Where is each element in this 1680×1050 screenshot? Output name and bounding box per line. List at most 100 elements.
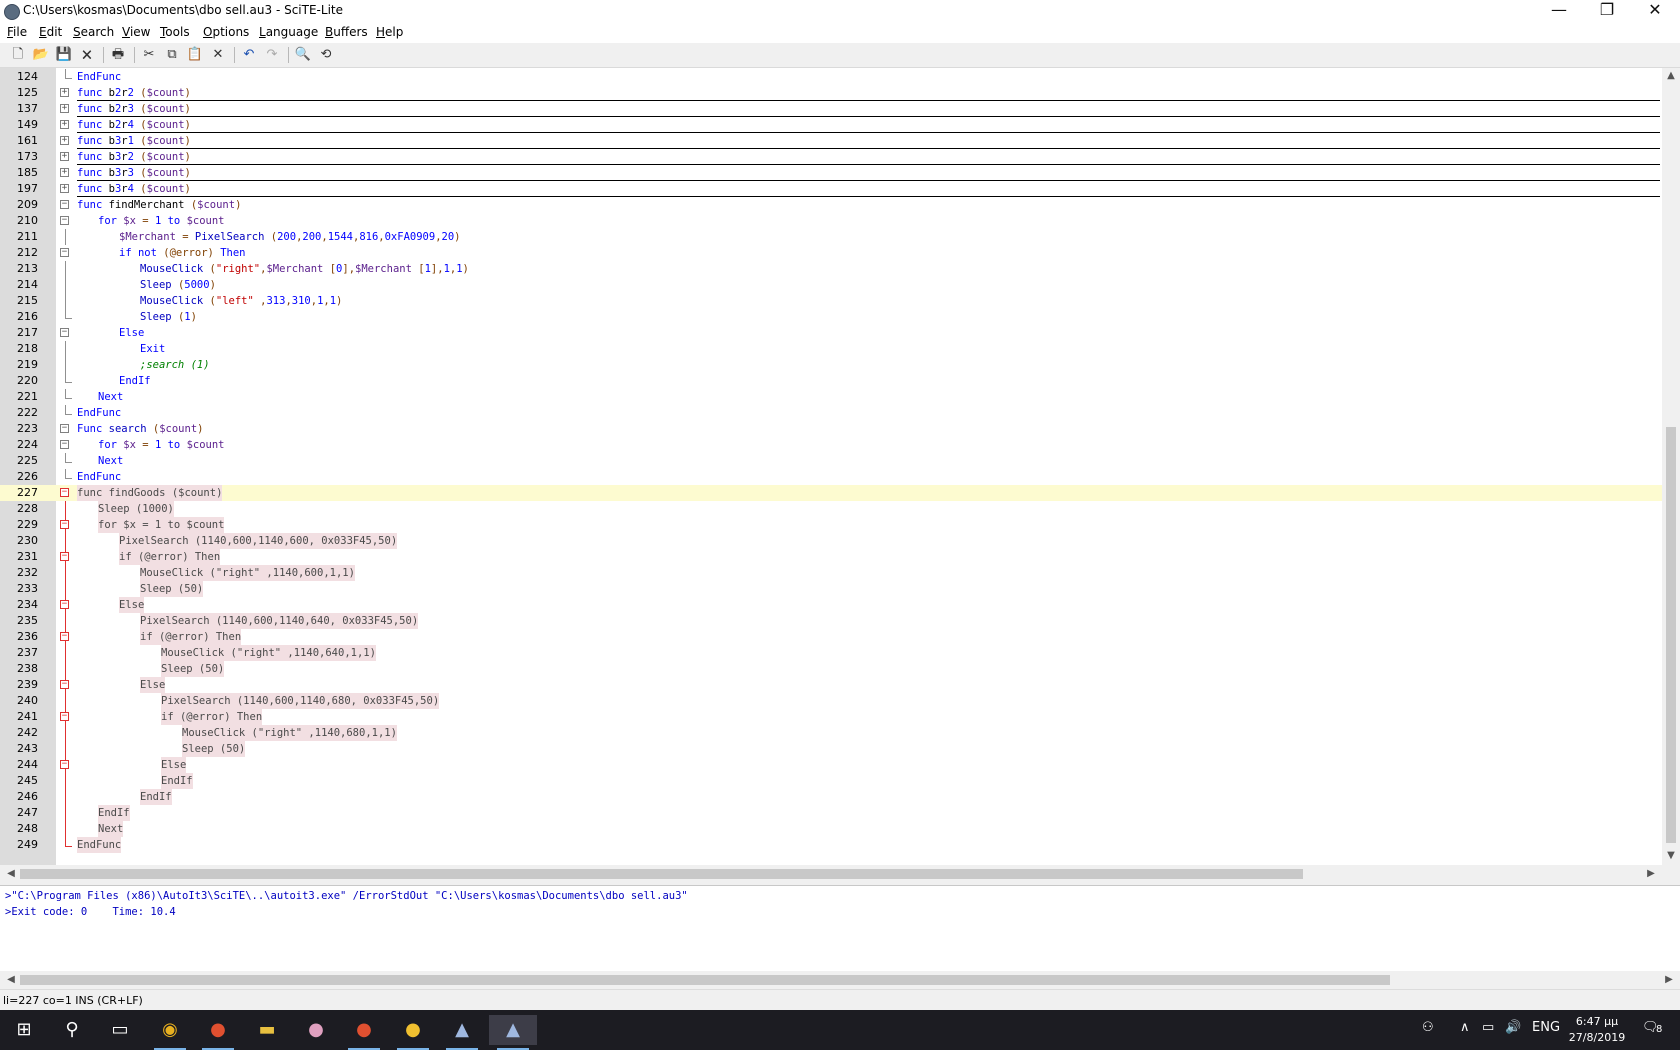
- scroll-left-icon[interactable]: ◀: [2, 868, 20, 879]
- paste-icon[interactable]: 📋: [186, 46, 204, 64]
- menu-search[interactable]: Search: [73, 25, 114, 39]
- code-line[interactable]: 230 PixelSearch (1140,600,1140,600, 0x033…: [0, 533, 1662, 549]
- code-line[interactable]: 228 Sleep (1000): [0, 501, 1662, 517]
- code-line[interactable]: 209 − func findMerchant ($count): [0, 197, 1662, 213]
- fold-expand-icon[interactable]: +: [60, 184, 69, 193]
- code-line[interactable]: 235 PixelSearch (1140,600,1140,640, 0x033…: [0, 613, 1662, 629]
- menu-view[interactable]: View: [122, 25, 150, 39]
- new-file-icon[interactable]: 🗋: [9, 46, 27, 64]
- fold-expand-icon[interactable]: +: [60, 152, 69, 161]
- code-line[interactable]: 214 Sleep (5000): [0, 277, 1662, 293]
- code-line[interactable]: 249 EndFunc: [0, 837, 1662, 853]
- code-line[interactable]: 247 EndIf: [0, 805, 1662, 821]
- horizontal-scrollbar[interactable]: ◀ ▶: [0, 865, 1680, 883]
- vertical-scroll-thumb[interactable]: [1666, 427, 1676, 843]
- code-line[interactable]: 225 Next: [0, 453, 1662, 469]
- code-line[interactable]: 226 EndFunc: [0, 469, 1662, 485]
- open-folder-icon[interactable]: 📂: [32, 46, 50, 64]
- code-line[interactable]: 240 PixelSearch (1140,600,1140,680, 0x033…: [0, 693, 1662, 709]
- code-line[interactable]: 218 Exit: [0, 341, 1662, 357]
- fold-collapse-icon[interactable]: −: [60, 760, 69, 769]
- fold-collapse-icon[interactable]: −: [60, 712, 69, 721]
- output-horizontal-scrollbar[interactable]: ◀ ▶: [0, 971, 1680, 989]
- code-line[interactable]: 224 − for $x = 1 to $count: [0, 437, 1662, 453]
- code-line[interactable]: 242 MouseClick ("right" ,1140,680,1,1): [0, 725, 1662, 741]
- code-line[interactable]: 238 Sleep (50): [0, 661, 1662, 677]
- scroll-left-icon[interactable]: ◀: [2, 974, 20, 985]
- output-scroll-thumb[interactable]: [20, 975, 1390, 985]
- code-line[interactable]: 215 MouseClick ("left" ,313,310,1,1): [0, 293, 1662, 309]
- menu-buffers[interactable]: Buffers: [325, 25, 368, 39]
- menu-tools[interactable]: Tools: [160, 25, 190, 39]
- code-line[interactable]: 124 EndFunc: [0, 69, 1662, 85]
- file-explorer-icon[interactable]: ▬: [243, 1015, 291, 1045]
- people-icon[interactable]: ⚇: [1422, 1020, 1434, 1035]
- network-icon[interactable]: ▭: [1482, 1020, 1494, 1035]
- scite-icon[interactable]: ▲: [489, 1015, 537, 1050]
- task-view-icon[interactable]: ▭: [96, 1015, 144, 1045]
- code-line[interactable]: 173 + func b3r2 ($count): [0, 149, 1662, 165]
- print-icon[interactable]: 🖶: [109, 46, 127, 64]
- fold-collapse-icon[interactable]: −: [60, 552, 69, 561]
- menu-help[interactable]: Help: [376, 25, 403, 39]
- code-line[interactable]: 244 − Else: [0, 757, 1662, 773]
- fold-collapse-icon[interactable]: −: [60, 488, 69, 497]
- vertical-scrollbar[interactable]: ▲ ▼: [1662, 68, 1680, 865]
- code-line[interactable]: 222 EndFunc: [0, 405, 1662, 421]
- copy-icon[interactable]: ⧉: [163, 46, 181, 64]
- code-line[interactable]: 248 Next: [0, 821, 1662, 837]
- code-line[interactable]: 213 MouseClick ("right",$Merchant [0],$Me…: [0, 261, 1662, 277]
- fold-expand-icon[interactable]: +: [60, 168, 69, 177]
- code-line[interactable]: 241 − if (@error) Then: [0, 709, 1662, 725]
- code-line[interactable]: 246 EndIf: [0, 789, 1662, 805]
- fold-expand-icon[interactable]: +: [60, 104, 69, 113]
- code-line[interactable]: 211 $Merchant = PixelSearch (200,200,1544…: [0, 229, 1662, 245]
- fold-collapse-icon[interactable]: −: [60, 200, 69, 209]
- menu-file[interactable]: File: [7, 25, 27, 39]
- language-indicator[interactable]: ENG: [1532, 1020, 1560, 1035]
- game-app-3-icon[interactable]: ●: [389, 1015, 437, 1050]
- fold-collapse-icon[interactable]: −: [60, 216, 69, 225]
- code-editor[interactable]: 124 EndFunc 125 + func b2r2 ($count) 137 + func…: [0, 68, 1680, 865]
- code-line[interactable]: 237 MouseClick ("right" ,1140,640,1,1): [0, 645, 1662, 661]
- menu-options[interactable]: Options: [203, 25, 249, 39]
- code-line[interactable]: 161 + func b3r1 ($count): [0, 133, 1662, 149]
- scroll-up-icon[interactable]: ▲: [1662, 70, 1680, 81]
- fold-expand-icon[interactable]: +: [60, 120, 69, 129]
- horizontal-scroll-thumb[interactable]: [20, 869, 1303, 879]
- start-icon[interactable]: ⊞: [0, 1015, 48, 1045]
- code-line[interactable]: 243 Sleep (50): [0, 741, 1662, 757]
- fold-collapse-icon[interactable]: −: [60, 248, 69, 257]
- code-line[interactable]: 229 − for $x = 1 to $count: [0, 517, 1662, 533]
- game-app-icon[interactable]: ●: [194, 1015, 242, 1050]
- code-line[interactable]: 223 − Func search ($count): [0, 421, 1662, 437]
- fold-collapse-icon[interactable]: −: [60, 600, 69, 609]
- fold-collapse-icon[interactable]: −: [60, 440, 69, 449]
- code-line[interactable]: 227 − func findGoods ($count): [0, 485, 1662, 501]
- output-pane[interactable]: >"C:\Program Files (x86)\AutoIt3\SciTE\.…: [0, 885, 1680, 972]
- chrome-icon[interactable]: ◉: [146, 1015, 194, 1050]
- show-hidden-icons-icon[interactable]: ∧: [1460, 1020, 1470, 1035]
- fold-collapse-icon[interactable]: −: [60, 680, 69, 689]
- code-line[interactable]: 220 EndIf: [0, 373, 1662, 389]
- search-icon[interactable]: ⚲: [48, 1015, 96, 1045]
- code-line[interactable]: 212 − if not (@error) Then: [0, 245, 1662, 261]
- code-line[interactable]: 233 Sleep (50): [0, 581, 1662, 597]
- code-line[interactable]: 125 + func b2r2 ($count): [0, 85, 1662, 101]
- code-line[interactable]: 231 − if (@error) Then: [0, 549, 1662, 565]
- avatar-app-icon[interactable]: ●: [292, 1015, 340, 1045]
- code-line[interactable]: 197 + func b3r4 ($count): [0, 181, 1662, 197]
- code-line[interactable]: 232 MouseClick ("right" ,1140,600,1,1): [0, 565, 1662, 581]
- code-line[interactable]: 217 − Else: [0, 325, 1662, 341]
- clock[interactable]: 6:47 μμ 27/8/2019: [1562, 1014, 1632, 1046]
- fold-collapse-icon[interactable]: −: [60, 328, 69, 337]
- code-line[interactable]: 239 − Else: [0, 677, 1662, 693]
- code-line[interactable]: 236 − if (@error) Then: [0, 629, 1662, 645]
- code-line[interactable]: 221 Next: [0, 389, 1662, 405]
- redo-icon[interactable]: ↷: [263, 46, 281, 64]
- fold-expand-icon[interactable]: +: [60, 136, 69, 145]
- code-line[interactable]: 185 + func b3r3 ($count): [0, 165, 1662, 181]
- save-icon[interactable]: 💾: [55, 46, 73, 64]
- minimize-button[interactable]: —: [1536, 0, 1582, 23]
- fold-collapse-icon[interactable]: −: [60, 520, 69, 529]
